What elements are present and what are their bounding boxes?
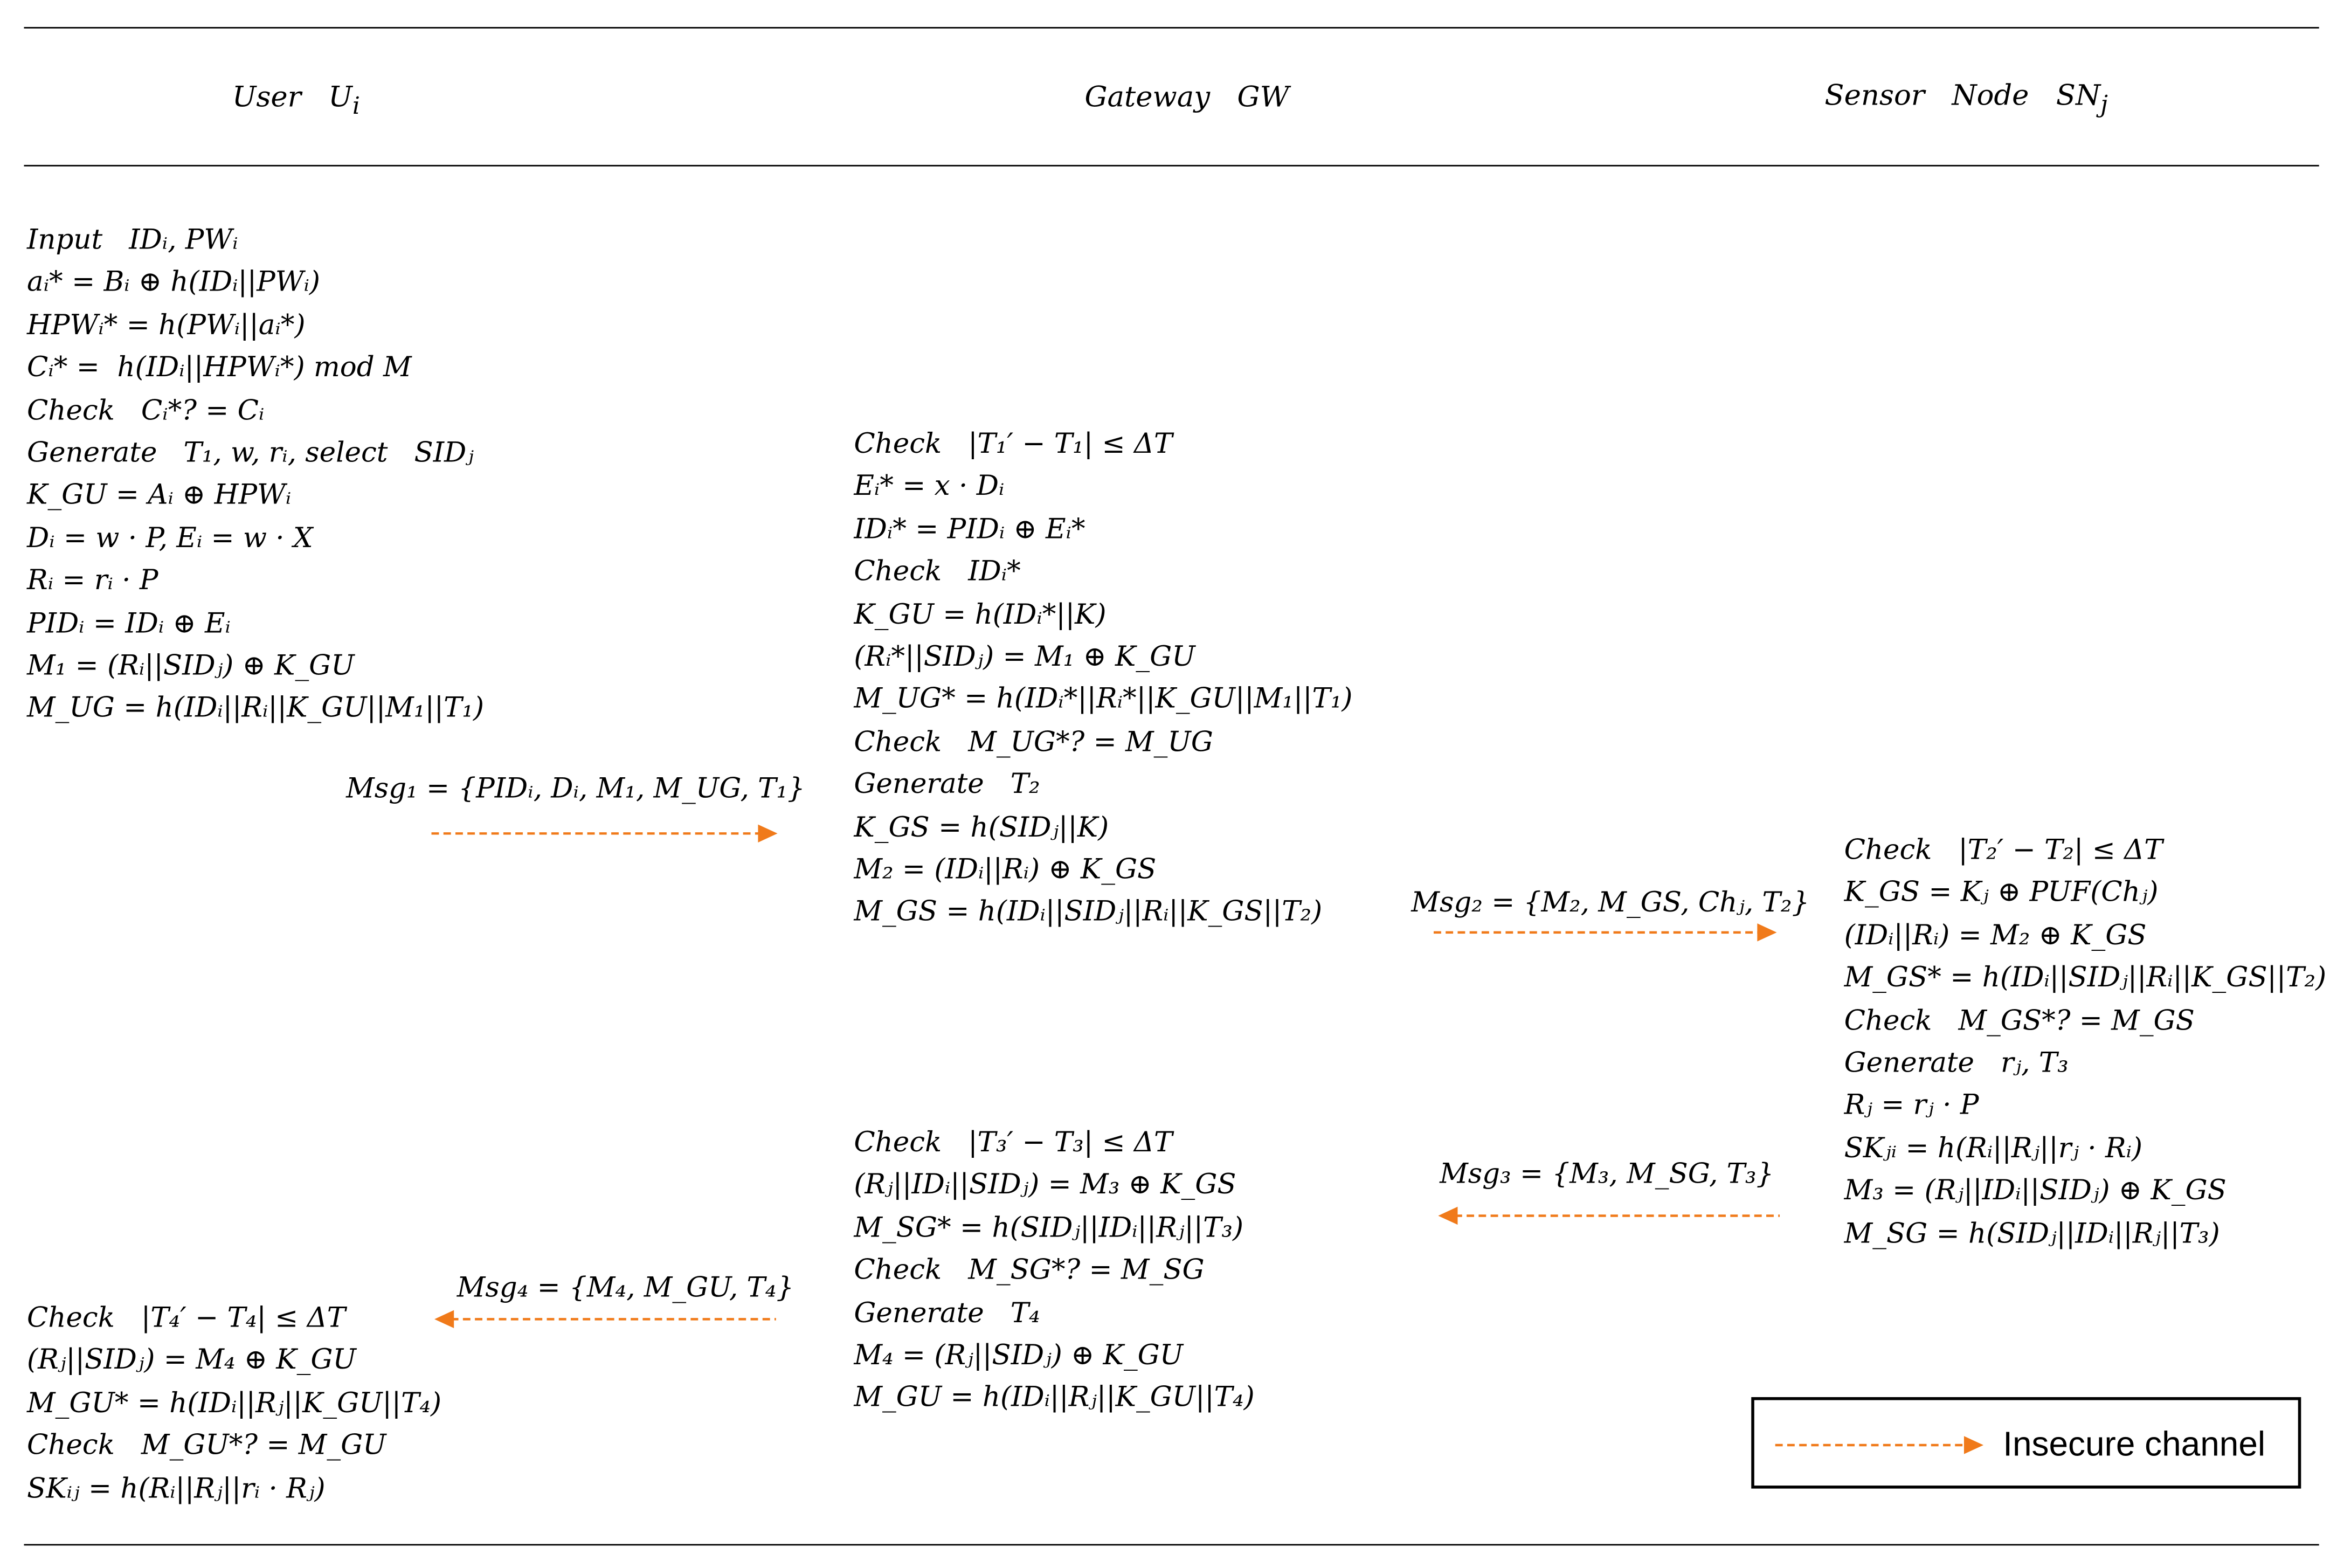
header-sensor-label: Sensor Node SN [1824, 79, 2101, 113]
gateway-step-line: Check IDᵢ* [854, 556, 1021, 588]
user-step-line: HPWᵢ* = h(PWᵢ||aᵢ*) [27, 310, 306, 342]
sensor-step-line: M_SG = h(SIDⱼ||IDᵢ||Rⱼ||T₃) [1844, 1218, 2220, 1250]
gateway-step-line: Generate T₂ [854, 769, 1040, 801]
message-2-label: Msg₂ = {M₂, M_GS, Chⱼ, T₂} [1411, 887, 1810, 919]
header-sensor-subscript: j [2100, 89, 2108, 119]
legend-dashed-arrow-icon [1775, 1436, 1984, 1454]
sensor-step-line: M_GS* = h(IDᵢ||SIDⱼ||Rᵢ||K_GS||T₂) [1844, 962, 2327, 994]
user-step-line: Check M_GU*? = M_GU [27, 1430, 386, 1462]
sensor-step-line: Check M_GS*? = M_GS [1844, 1005, 2195, 1037]
header-sensor: Sensor Node SNj [1824, 79, 2107, 118]
gateway-step-line: M_GS = h(IDᵢ||SIDⱼ||Rᵢ||K_GS||T₂) [854, 896, 1323, 929]
message-4-label: Msg₄ = {M₄, M_GU, T₄} [457, 1273, 794, 1304]
gateway-step-line: M_GU = h(IDᵢ||Rⱼ||K_GU||T₄) [854, 1383, 1255, 1414]
gateway-step-line: IDᵢ* = PIDᵢ ⊕ Eᵢ* [854, 514, 1085, 545]
user-step-line: Generate T₁, w, rᵢ, select SIDⱼ [27, 437, 474, 469]
gateway-step-line: Eᵢ* = x · Dᵢ [854, 471, 1005, 503]
sensor-step-line: Check |T₂′ − T₂| ≤ ΔT [1844, 835, 2163, 867]
legend-label: Insecure channel [2003, 1424, 2266, 1463]
user-step-line: (Rⱼ||SIDⱼ) = M₄ ⊕ K_GU [27, 1345, 356, 1377]
sensor-step-line: K_GS = Kⱼ ⊕ PUF(Chⱼ) [1844, 878, 2159, 909]
gateway-step-line: M₄ = (Rⱼ||SIDⱼ) ⊕ K_GU [854, 1340, 1184, 1372]
header-user: User Ui [232, 81, 360, 120]
header-user-subscript: i [352, 91, 360, 120]
gateway-step-line: Check |T₁′ − T₁| ≤ ΔT [854, 429, 1173, 460]
gateway-step-line: Check |T₃′ − T₃| ≤ ΔT [854, 1127, 1173, 1159]
user-step-line: aᵢ* = Bᵢ ⊕ h(IDᵢ||PWᵢ) [27, 267, 321, 299]
gateway-step-line: Check M_SG*? = M_SG [854, 1255, 1205, 1287]
message-3-arrow [1438, 1206, 1780, 1225]
bottom-rule [24, 1544, 2319, 1546]
user-step-line: Input IDᵢ, PWᵢ [27, 225, 238, 257]
user-computation-block-1: Input IDᵢ, PWᵢ aᵢ* = Bᵢ ⊕ h(IDᵢ||PWᵢ) HPWᵢ… [27, 220, 484, 731]
gateway-step-line: Check M_UG*? = M_UG [854, 727, 1213, 758]
sensor-step-line: Generate rⱼ, T₃ [1844, 1047, 2069, 1080]
gateway-step-line: (Rⱼ||IDᵢ||SIDⱼ) = M₃ ⊕ K_GS [854, 1170, 1236, 1201]
gateway-step-line: (Rᵢ*||SIDⱼ) = M₁ ⊕ K_GU [854, 641, 1195, 673]
gateway-step-line: K_GU = h(IDᵢ*||K) [854, 599, 1107, 631]
user-step-line: M_UG = h(IDᵢ||Rᵢ||K_GU||M₁||T₁) [27, 693, 485, 725]
gateway-step-line: M_UG* = h(IDᵢ*||Rᵢ*||K_GU||M₁||T₁) [854, 684, 1353, 716]
user-step-line: M₁ = (Rᵢ||SIDⱼ) ⊕ K_GU [27, 650, 355, 682]
header-gateway: Gateway GW [1084, 81, 1289, 114]
user-step-line: Rᵢ = rᵢ · P [27, 565, 158, 597]
user-step-line: Check Cᵢ*? = Cᵢ [27, 395, 265, 427]
user-step-line: Cᵢ* = h(IDᵢ||HPWᵢ*) mod M [27, 353, 412, 384]
gateway-step-line: K_GS = h(SIDⱼ||K) [854, 812, 1109, 844]
user-step-line: Dᵢ = w · P, Eᵢ = w · X [27, 522, 313, 555]
header-rule [24, 164, 2319, 167]
sensor-step-line: SKⱼᵢ = h(Rᵢ||Rⱼ||rⱼ · Rᵢ) [1844, 1132, 2143, 1165]
message-1-label: Msg₁ = {PIDᵢ, Dᵢ, M₁, M_UG, T₁} [346, 773, 805, 805]
gateway-computation-block-1: Check |T₁′ − T₁| ≤ ΔT Eᵢ* = x · Dᵢ IDᵢ* = … [854, 424, 1352, 935]
sensor-step-line: Rⱼ = rⱼ · P [1844, 1090, 1979, 1122]
sensor-computation-block: Check |T₂′ − T₂| ≤ ΔT K_GS = Kⱼ ⊕ PUF(Chⱼ… [1844, 831, 2327, 1256]
message-4-arrow [434, 1310, 776, 1329]
gateway-step-line: M_SG* = h(SIDⱼ||IDᵢ||Rⱼ||T₃) [854, 1212, 1244, 1244]
sensor-step-line: (IDᵢ||Rᵢ) = M₂ ⊕ K_GS [1844, 920, 2147, 952]
gateway-step-line: M₂ = (IDᵢ||Rᵢ) ⊕ K_GS [854, 854, 1157, 886]
gateway-computation-block-2: Check |T₃′ − T₃| ≤ ΔT (Rⱼ||IDᵢ||SIDⱼ) = M… [854, 1123, 1254, 1421]
legend: Insecure channel [1751, 1397, 2301, 1489]
protocol-diagram: User Ui Gateway GW Sensor Node SNj Input… [0, 0, 2337, 1568]
user-step-line: Check |T₄′ − T₄| ≤ ΔT [27, 1302, 346, 1335]
header-user-label: User U [232, 81, 352, 114]
top-rule [24, 27, 2319, 29]
user-computation-block-2: Check |T₄′ − T₄| ≤ ΔT (Rⱼ||SIDⱼ) = M₄ ⊕ K… [27, 1298, 441, 1511]
user-step-line: K_GU = Aᵢ ⊕ HPWᵢ [27, 480, 292, 512]
user-step-line: M_GU* = h(IDᵢ||Rⱼ||K_GU||T₄) [27, 1387, 442, 1420]
sensor-step-line: M₃ = (Rⱼ||IDᵢ||SIDⱼ) ⊕ K_GS [1844, 1175, 2227, 1207]
message-1-arrow [431, 824, 778, 842]
user-step-line: PIDᵢ = IDᵢ ⊕ Eᵢ [27, 607, 231, 640]
message-2-arrow [1433, 923, 1777, 942]
gateway-step-line: Generate T₄ [854, 1297, 1040, 1329]
user-step-line: SKᵢⱼ = h(Rᵢ||Rⱼ||rᵢ · Rⱼ) [27, 1473, 326, 1505]
message-3-label: Msg₃ = {M₃, M_SG, T₃} [1440, 1158, 1774, 1191]
